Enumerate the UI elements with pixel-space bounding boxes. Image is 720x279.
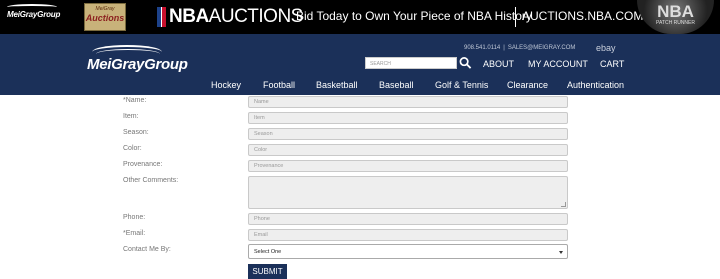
phone-label: Phone:	[123, 214, 146, 221]
submit-button[interactable]: SUBMIT	[248, 264, 287, 279]
email-label: *Email:	[123, 230, 146, 237]
comments-label: Other Comments:	[123, 177, 179, 184]
banner-divider	[515, 7, 516, 27]
provenance-label: Provenance:	[123, 161, 163, 168]
nav-hockey[interactable]: Hockey	[211, 80, 241, 90]
my-account-link[interactable]: MY ACCOUNT	[528, 59, 588, 69]
header-contact: 908.541.0114 | SALES@MEIGRAY.COM	[464, 45, 575, 51]
promo-banner[interactable]: MeiGrayGroup MeiGray Auctions NBAAUCTION…	[0, 0, 720, 34]
nav-baseball[interactable]: Baseball	[379, 80, 414, 90]
contact-method-value: Select One	[254, 249, 282, 255]
auctions-logo-small-text: MeiGray	[95, 6, 115, 12]
color-label: Color:	[123, 145, 142, 152]
nba-auctions-title[interactable]: NBAAUCTIONS	[169, 6, 303, 28]
chevron-down-icon	[559, 251, 563, 254]
contact-separator: |	[503, 45, 505, 51]
item-label: Item:	[123, 113, 139, 120]
auctions-logo-big-text: Auctions	[85, 13, 125, 23]
jersey-patch-text: NBA	[657, 2, 694, 21]
cart-link[interactable]: CART	[600, 59, 624, 69]
name-field[interactable]: Name	[248, 96, 568, 108]
header-logo[interactable]: MeiGrayGroup	[87, 56, 188, 73]
search-icon[interactable]	[459, 56, 472, 70]
about-link[interactable]: ABOUT	[483, 59, 514, 69]
auctions-text: AUCTIONS	[208, 6, 304, 27]
header-email[interactable]: SALES@MEIGRAY.COM	[508, 45, 576, 51]
contact-method-select[interactable]: Select One	[248, 244, 568, 259]
jersey-patch-subtext: PATCH RUNNER	[656, 20, 695, 26]
header-phone[interactable]: 908.541.0114	[464, 45, 500, 51]
meigray-auctions-logo[interactable]: MeiGray Auctions	[84, 3, 126, 31]
logo-swoosh-icon	[7, 4, 57, 10]
phone-field[interactable]: Phone	[248, 213, 568, 225]
nba-jersey-patch-image: NBA PATCH RUNNER	[637, 0, 714, 34]
ebay-link[interactable]: ebay	[596, 43, 616, 53]
site-header: MeiGrayGroup 908.541.0114 | SALES@MEIGRAY.…	[0, 34, 720, 95]
nba-bold-text: NBA	[169, 6, 209, 27]
provenance-field[interactable]: Provenance	[248, 160, 568, 172]
nba-logo-icon	[157, 7, 166, 27]
nav-basketball[interactable]: Basketball	[316, 80, 358, 90]
email-field[interactable]: Email	[248, 229, 568, 241]
color-field[interactable]: Color	[248, 144, 568, 156]
item-field[interactable]: Item	[248, 112, 568, 124]
season-label: Season:	[123, 129, 149, 136]
name-label: *Name:	[123, 97, 147, 104]
comments-textarea[interactable]	[248, 176, 568, 209]
season-field[interactable]: Season	[248, 128, 568, 140]
banner-logo-text: MeiGrayGroup	[7, 10, 61, 19]
nav-football[interactable]: Football	[263, 80, 295, 90]
banner-tagline: Bid Today to Own Your Piece of NBA Histo…	[296, 9, 532, 23]
banner-meigray-logo[interactable]: MeiGrayGroup	[7, 4, 61, 19]
nav-golf-tennis[interactable]: Golf & Tennis	[435, 80, 488, 90]
banner-url-link[interactable]: AUCTIONS.NBA.COM	[522, 9, 643, 23]
search-input[interactable]: SEARCH	[365, 57, 457, 69]
contact-method-label: Contact Me By:	[123, 246, 171, 253]
nav-clearance[interactable]: Clearance	[507, 80, 548, 90]
nav-authentication[interactable]: Authentication	[567, 80, 624, 90]
